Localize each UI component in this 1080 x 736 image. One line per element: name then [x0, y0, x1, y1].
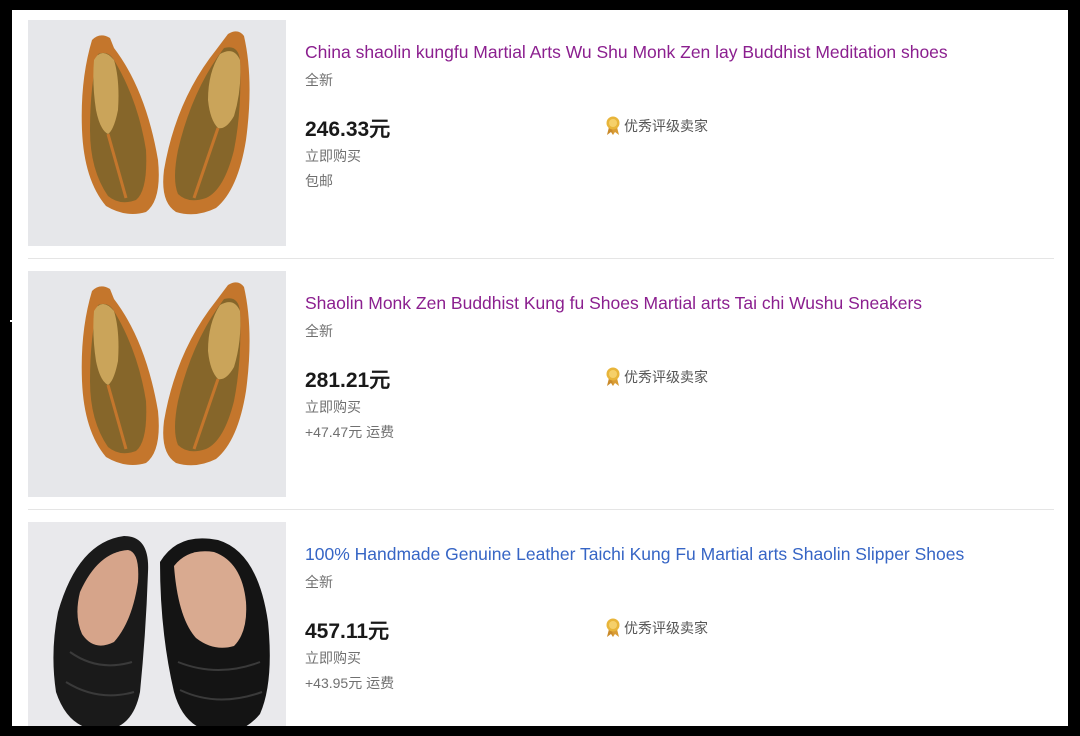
listing-shipping: +47.47元 运费 [305, 424, 395, 440]
listing-item: Shaolin Monk Zen Buddhist Kung fu Shoes … [12, 261, 1068, 512]
seller-badge-label: 优秀评级卖家 [624, 620, 708, 636]
listing-divider [28, 509, 1054, 510]
listing-divider [28, 258, 1054, 259]
listing-item: China shaolin kungfu Martial Arts Wu Shu… [12, 10, 1068, 261]
brown-mesh-monk-shoes-image [28, 20, 286, 246]
listing-thumbnail[interactable] [28, 522, 286, 726]
listing-condition: 全新 [305, 72, 333, 88]
listing-shipping: 包邮 [305, 173, 333, 189]
award-ribbon-icon [604, 618, 622, 638]
listing-price: 246.33元 [305, 118, 391, 141]
listing-title-link[interactable]: China shaolin kungfu Martial Arts Wu Shu… [305, 41, 948, 63]
top-rated-seller-badge: 优秀评级卖家 [604, 618, 708, 638]
listing-item: 100% Handmade Genuine Leather Taichi Kun… [12, 512, 1068, 726]
seller-badge-label: 优秀评级卖家 [624, 369, 708, 385]
listing-price: 457.11元 [305, 620, 390, 643]
black-leather-kungfu-shoes-image [28, 522, 286, 726]
listing-price: 281.21元 [305, 369, 391, 392]
listing-title-link[interactable]: 100% Handmade Genuine Leather Taichi Kun… [305, 543, 964, 565]
top-rated-seller-badge: 优秀评级卖家 [604, 367, 708, 387]
listing-buy-format: 立即购买 [305, 650, 361, 666]
arrow-right-icon [8, 312, 26, 335]
seller-badge-label: 优秀评级卖家 [624, 118, 708, 134]
listing-buy-format: 立即购买 [305, 148, 361, 164]
brown-mesh-monk-shoes-image [28, 271, 286, 497]
search-results-panel: China shaolin kungfu Martial Arts Wu Shu… [12, 10, 1068, 726]
listing-buy-format: 立即购买 [305, 399, 361, 415]
award-ribbon-icon [604, 367, 622, 387]
listing-thumbnail[interactable] [28, 271, 286, 497]
listing-condition: 全新 [305, 574, 333, 590]
listing-title-link[interactable]: Shaolin Monk Zen Buddhist Kung fu Shoes … [305, 292, 922, 314]
listing-shipping: +43.95元 运费 [305, 675, 395, 691]
award-ribbon-icon [604, 116, 622, 136]
top-rated-seller-badge: 优秀评级卖家 [604, 116, 708, 136]
listing-thumbnail[interactable] [28, 20, 286, 246]
listing-condition: 全新 [305, 323, 333, 339]
